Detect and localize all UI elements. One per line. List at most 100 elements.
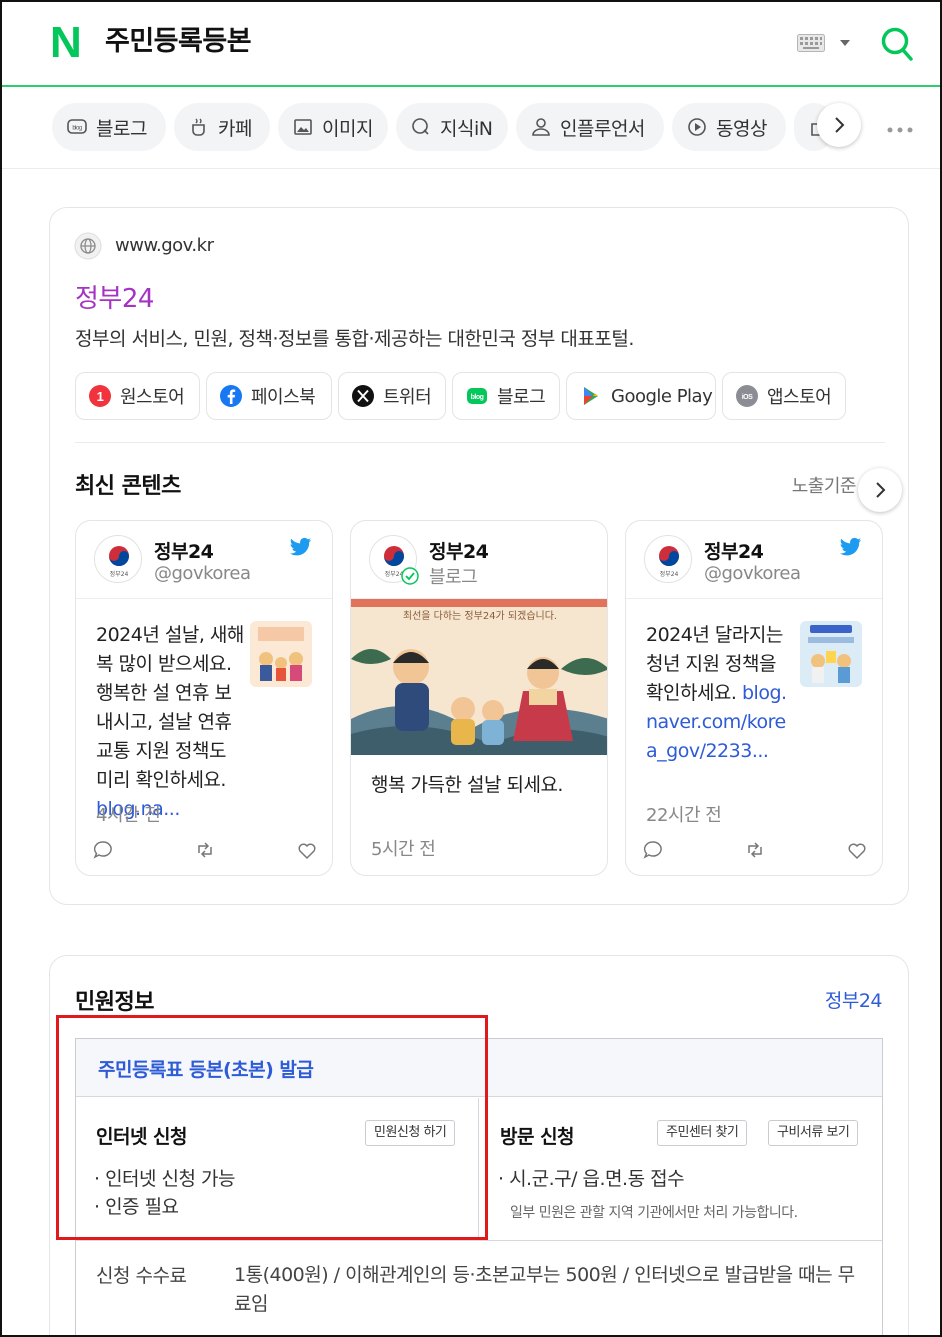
highlight-box xyxy=(56,1015,488,1240)
content-card[interactable]: 정부24 정부24 블로그 최선을 다하는 정부24가 되겠습니다. 행복 가득… xyxy=(350,520,608,876)
post-author: 정부24 xyxy=(154,541,214,563)
twitter-bird-icon xyxy=(290,537,312,556)
tab-video[interactable]: 동영상 xyxy=(672,103,786,151)
post-handle: @govkorea xyxy=(154,563,251,584)
post-source: 블로그 xyxy=(429,567,478,588)
gov-emblem-icon: 정부24 xyxy=(109,546,129,578)
tab-influencer[interactable]: 인플루언서 xyxy=(516,103,664,151)
image-caption: 최선을 다하는 정부24가 되겠습니다. xyxy=(403,609,557,622)
tab-label: 인플루언서 xyxy=(560,117,645,140)
twitter-bird-icon xyxy=(840,537,862,556)
comment-icon[interactable] xyxy=(642,839,664,861)
chevron-right-icon xyxy=(876,482,886,498)
post-image[interactable]: 최선을 다하는 정부24가 되겠습니다. xyxy=(351,599,607,755)
civil-info-title: 민원정보 xyxy=(75,990,154,1015)
tab-kin[interactable]: 지식iN xyxy=(396,103,508,151)
cafe-icon xyxy=(192,118,205,136)
visit-apply-section: 방문 신청 주민센터 찾기 구비서류 보기 · 시.군.구/ 읍.면.동 접수 … xyxy=(480,1098,883,1240)
blog-link[interactable]: blog 블로그 xyxy=(452,372,560,420)
tab-cafe[interactable]: 카페 xyxy=(174,103,270,151)
post-thumbnail[interactable] xyxy=(800,621,862,687)
exposure-criteria-label: 노출기준 xyxy=(791,476,857,497)
civil-info-source-link[interactable]: 정부24 xyxy=(825,986,883,1013)
divider xyxy=(75,442,885,443)
keyboard-icon[interactable] xyxy=(797,34,825,52)
blog-icon: blog xyxy=(467,388,487,404)
person-icon xyxy=(532,118,550,136)
post-time: 5시간 전 xyxy=(371,839,436,860)
visit-note: 일부 민원은 관할 지역 기관에서만 처리 가능합니다. xyxy=(510,1205,798,1221)
retweet-icon[interactable] xyxy=(744,839,766,861)
play-icon xyxy=(688,118,706,136)
content-card[interactable]: 정부24 정부24 @govkorea 2024년 설날, 새해 복 많이 받으… xyxy=(75,520,333,876)
more-icon[interactable] xyxy=(886,126,914,134)
svg-text:iOS: iOS xyxy=(742,394,753,401)
required-docs-button[interactable]: 구비서류 보기 xyxy=(768,1120,859,1146)
avatar: 정부24 xyxy=(644,535,692,583)
avatar-label: 정부24 xyxy=(660,571,679,578)
facebook-link[interactable]: 페이스북 xyxy=(206,372,332,420)
post-actions xyxy=(93,839,318,861)
facebook-icon xyxy=(220,385,242,407)
new-year-family-illustration: 최선을 다하는 정부24가 되겠습니다. xyxy=(351,599,607,755)
search-icon[interactable] xyxy=(880,26,914,62)
visit-bullet: · 시.군.구/ 읍.면.동 접수 xyxy=(498,1168,685,1190)
naver-logo[interactable]: N xyxy=(50,21,86,65)
post-header: 정부24 정부24 @govkorea xyxy=(626,521,882,599)
post-author: 정부24 xyxy=(429,541,489,563)
avatar-label: 정부24 xyxy=(110,571,129,578)
kin-icon xyxy=(412,118,429,135)
fee-value: 1통(400원) / 이해관계인의 등·초본교부는 500원 / 인터넷으로 발… xyxy=(234,1264,855,1315)
tab-blog[interactable]: blog 블로그 xyxy=(52,103,166,151)
chevron-right-icon xyxy=(835,117,845,133)
chevron-down-icon[interactable] xyxy=(838,38,852,48)
post-time: 22시간 전 xyxy=(646,805,722,826)
new-year-thumbnail-image xyxy=(250,621,312,687)
post-time: 4시간 전 xyxy=(96,805,161,826)
latest-content-carousel: 정부24 정부24 @govkorea 2024년 설날, 새해 복 많이 받으… xyxy=(75,520,885,876)
site-url[interactable]: www.gov.kr xyxy=(115,235,214,256)
carousel-next-button[interactable] xyxy=(858,468,902,512)
gov-emblem-icon: 정부24 xyxy=(659,546,679,578)
heart-icon[interactable] xyxy=(296,839,318,861)
tab-label: 지식iN xyxy=(440,117,493,140)
post-thumbnail[interactable] xyxy=(250,621,312,687)
image-icon xyxy=(294,119,312,135)
find-center-button[interactable]: 주민센터 찾기 xyxy=(657,1120,748,1146)
check-circle-icon xyxy=(401,567,419,585)
svg-text:blog: blog xyxy=(471,394,484,401)
tabs-next-button[interactable] xyxy=(817,103,861,147)
post-text: 행복 가득한 설날 되세요. xyxy=(371,774,563,796)
x-icon xyxy=(352,385,374,407)
link-label: 트위터 xyxy=(383,387,432,408)
post-body: 2024년 설날, 새해 복 많이 받으세요. 행복한 설 연휴 보내시고, 설… xyxy=(96,624,244,791)
onestore-icon: 1 xyxy=(89,385,111,407)
site-result-card: www.gov.kr 정부24 정부의 서비스, 민원, 정책·정보를 통합·제… xyxy=(49,207,909,905)
heart-icon[interactable] xyxy=(846,839,868,861)
content-card[interactable]: 정부24 정부24 @govkorea 2024년 달라지는 청년 지원 정책을… xyxy=(625,520,883,876)
appstore-link[interactable]: iOS 앱스토어 xyxy=(722,372,846,420)
tab-label: 블로그 xyxy=(96,117,147,140)
fee-row: 신청 수수료 1통(400원) / 이해관계인의 등·초본교부는 500원 / … xyxy=(76,1240,882,1337)
comment-icon[interactable] xyxy=(92,839,114,861)
search-query-input[interactable]: 주민등록등본 xyxy=(105,24,252,60)
google-play-icon xyxy=(584,387,598,405)
site-title-link[interactable]: 정부24 xyxy=(75,278,154,315)
site-description: 정부의 서비스, 민원, 정책·정보를 통합·제공하는 대한민국 정부 대표포털… xyxy=(75,328,634,350)
avatar: 정부24 xyxy=(94,535,142,583)
visit-apply-title: 방문 신청 xyxy=(500,1126,575,1148)
ios-icon: iOS xyxy=(736,385,758,407)
tab-image[interactable]: 이미지 xyxy=(278,103,388,151)
post-author: 정부24 xyxy=(704,541,764,563)
post-handle: @govkorea xyxy=(704,563,801,584)
google-play-link[interactable]: Google Play xyxy=(566,372,716,420)
retweet-icon[interactable] xyxy=(194,839,216,861)
tab-label: 이미지 xyxy=(322,117,373,140)
onestore-link[interactable]: 1 원스토어 xyxy=(75,372,200,420)
link-label: 블로그 xyxy=(497,387,546,408)
twitter-link[interactable]: 트위터 xyxy=(338,372,446,420)
youth-policy-thumbnail-image xyxy=(800,621,862,687)
svg-text:blog: blog xyxy=(72,126,82,132)
post-header: 정부24 정부24 @govkorea xyxy=(76,521,332,599)
search-tabs: blog 블로그 카페 이미지 지식iN 인플루언서 동영상 xyxy=(2,89,940,169)
